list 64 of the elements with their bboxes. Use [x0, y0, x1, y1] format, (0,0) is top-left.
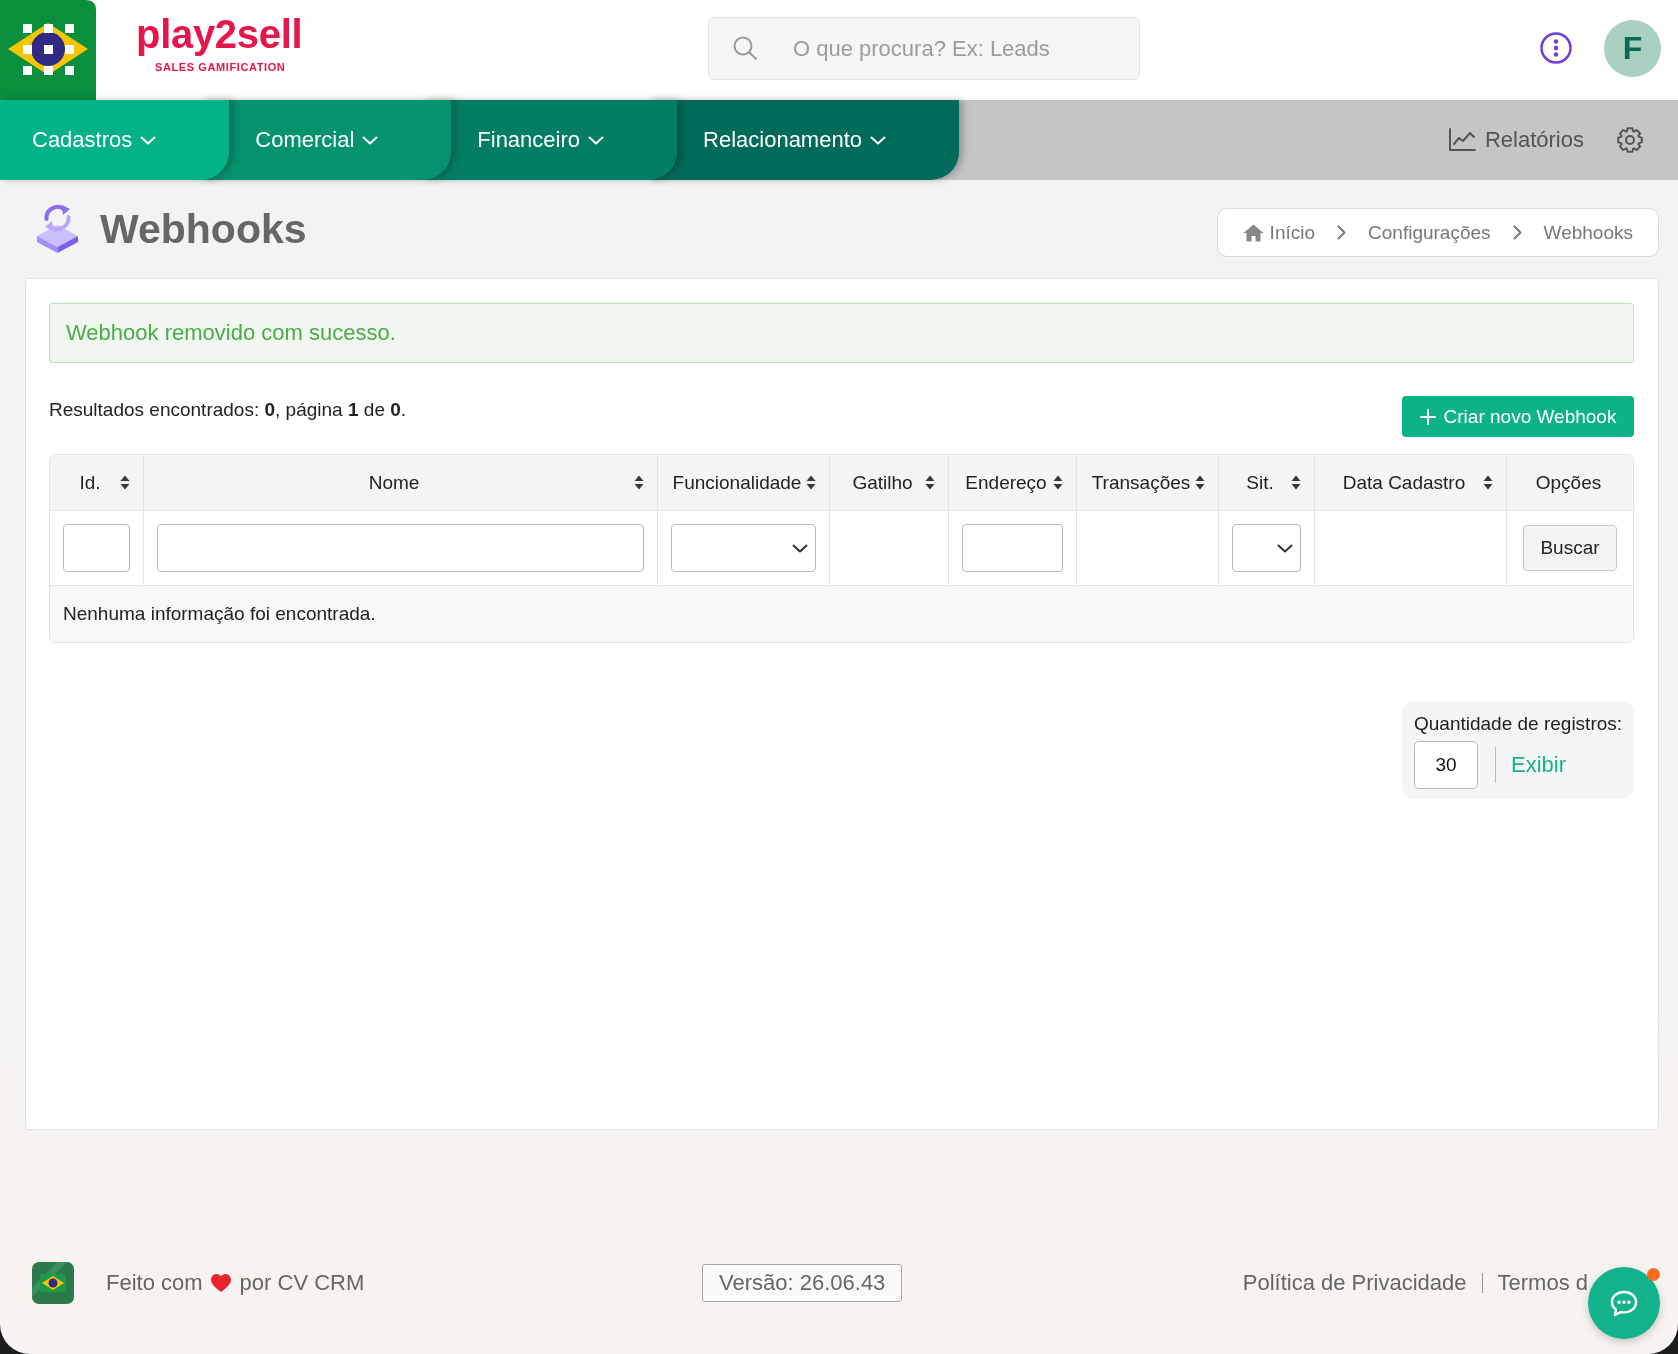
breadcrumb-link[interactable]: Início — [1242, 221, 1316, 244]
column-header[interactable]: Gatilho — [830, 455, 949, 510]
chevron-down-icon — [140, 135, 157, 145]
filter-select[interactable] — [1232, 524, 1301, 572]
breadcrumb-link[interactable]: Webhooks — [1543, 221, 1633, 244]
more-options-icon[interactable] — [1540, 32, 1572, 64]
version-label: Versão: 26.06.43 — [702, 1264, 903, 1302]
results-summary: Resultados encontrados: 0, página 1 de 0. — [49, 398, 407, 421]
logo-wordmark: play2sell — [136, 11, 303, 57]
column-header[interactable]: Funcionalidade — [658, 455, 830, 510]
flag-app-icon — [32, 1262, 74, 1304]
line-chart-icon — [1447, 128, 1476, 152]
chat-button[interactable] — [1588, 1267, 1660, 1339]
filter-input[interactable] — [157, 524, 644, 572]
nav-menu-button[interactable]: Cadastros — [0, 100, 230, 180]
column-header[interactable]: Endereço — [949, 455, 1077, 510]
chevron-down-icon — [792, 543, 808, 553]
user-avatar[interactable]: F — [1604, 20, 1661, 77]
chevron-down-icon — [588, 135, 605, 145]
chevron-down-icon — [1277, 543, 1293, 553]
flag-logo-icon[interactable] — [0, 0, 96, 100]
column-header: Opções — [1534, 470, 1603, 495]
column-header[interactable]: Transações — [1077, 455, 1219, 510]
search-icon — [732, 35, 758, 61]
sync-tile-icon — [34, 203, 81, 254]
search-field[interactable]: O que procura? Ex: Leads — [708, 17, 1140, 80]
footer-credit: por CV CRM — [239, 1270, 365, 1296]
sort-icon — [1483, 475, 1493, 490]
column-header[interactable]: Nome — [144, 455, 658, 510]
alert-message: Webhook removido com sucesso. — [49, 303, 1634, 363]
footer-link[interactable]: Política de Privacidade — [1242, 1270, 1467, 1296]
sort-icon — [120, 475, 130, 490]
chevron-down-icon — [870, 135, 886, 145]
chat-bubble-icon — [1609, 1288, 1639, 1318]
sort-icon — [806, 475, 816, 490]
create-webhook-button[interactable]: Criar novo Webhook — [1402, 396, 1634, 437]
column-header[interactable]: Data Cadastro — [1315, 455, 1507, 510]
breadcrumb-link[interactable]: Configurações — [1368, 221, 1491, 244]
heart-icon — [209, 1273, 232, 1293]
footer-link[interactable]: Termos d — [1497, 1270, 1588, 1296]
column-header[interactable]: Id. — [50, 455, 144, 510]
column-header[interactable]: Sit. — [1219, 455, 1315, 510]
sort-icon — [1053, 475, 1063, 490]
sort-icon — [1291, 475, 1301, 490]
chevron-right-icon — [1337, 225, 1347, 240]
reports-link[interactable]: Relatórios — [1447, 127, 1584, 153]
filter-select[interactable] — [671, 524, 816, 572]
settings-icon[interactable] — [1617, 127, 1643, 153]
chevron-down-icon — [362, 135, 379, 145]
search-button[interactable]: Buscar — [1523, 525, 1617, 571]
empty-message: Nenhuma informação foi encontrada. — [63, 603, 376, 625]
logo-tagline: SALES GAMIFICATION — [155, 61, 286, 74]
sort-icon — [1195, 475, 1205, 490]
home-icon — [1242, 223, 1264, 242]
filter-input[interactable] — [962, 524, 1063, 572]
page-title: Webhooks — [100, 204, 307, 253]
page-size-input[interactable]: 30 — [1414, 741, 1478, 789]
footer-credit: Feito com — [106, 1270, 203, 1296]
plus-icon — [1419, 408, 1436, 425]
filter-input[interactable] — [63, 524, 130, 572]
sort-icon — [634, 475, 644, 490]
chevron-right-icon — [1512, 225, 1522, 240]
page-size-label: Quantidade de registros: — [1414, 713, 1623, 735]
sort-icon — [925, 475, 935, 490]
